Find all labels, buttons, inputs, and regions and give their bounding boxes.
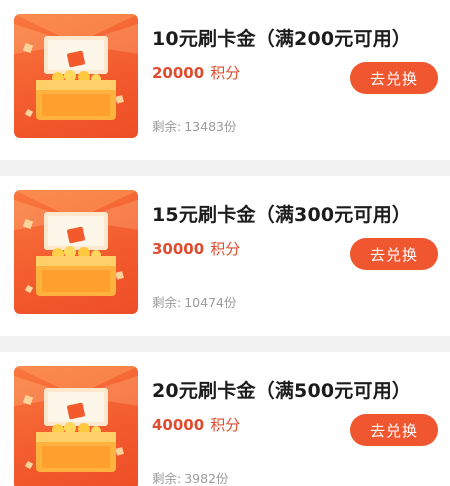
stock-value: 3982份	[184, 471, 229, 486]
treasure-chest-icon	[14, 14, 138, 120]
card-title: 10元刷卡金（满200元可用）	[152, 28, 412, 50]
redeem-button[interactable]: 去兑换	[350, 62, 438, 94]
reward-list: 10元刷卡金（满200元可用） 20000积分 去兑换 剩余:13483份	[0, 0, 450, 486]
points-value: 40000	[152, 416, 205, 434]
redeem-button[interactable]: 去兑换	[350, 238, 438, 270]
treasure-chest-icon	[14, 190, 138, 296]
stock-value: 10474份	[184, 295, 237, 310]
redeem-button[interactable]: 去兑换	[350, 414, 438, 446]
stock-label: 剩余:	[152, 119, 182, 134]
points-value: 30000	[152, 240, 205, 258]
stock-label: 剩余:	[152, 295, 182, 310]
stock-remaining: 剩余: 10474份	[152, 292, 236, 311]
stock-label: 剩余:	[152, 471, 182, 486]
card-title: 20元刷卡金（满500元可用）	[152, 380, 412, 402]
list-item[interactable]: 10元刷卡金（满200元可用） 20000 积分 去兑换 剩余: 13483份	[0, 0, 450, 160]
points-unit: 积分	[210, 416, 241, 434]
treasure-chest-image[interactable]	[14, 190, 138, 314]
points-unit: 积分	[210, 64, 241, 82]
list-item[interactable]: 20元刷卡金（满500元可用） 40000 积分 去兑换 剩余: 3982份	[0, 352, 450, 486]
treasure-chest-image[interactable]	[14, 366, 138, 486]
list-item[interactable]: 15元刷卡金（满300元可用） 30000 积分 去兑换 剩余: 10474份	[0, 176, 450, 336]
stock-remaining: 剩余: 13483份	[152, 116, 236, 135]
card-title: 15元刷卡金（满300元可用）	[152, 204, 412, 226]
points-unit: 积分	[210, 240, 241, 258]
points-price: 40000 积分	[152, 414, 240, 435]
treasure-chest-icon	[14, 366, 138, 472]
points-price: 20000 积分	[152, 62, 240, 83]
treasure-chest-image[interactable]	[14, 14, 138, 138]
points-price: 30000 积分	[152, 238, 240, 259]
points-value: 20000	[152, 64, 205, 82]
stock-value: 13483份	[184, 119, 237, 134]
stock-remaining: 剩余: 3982份	[152, 468, 229, 486]
